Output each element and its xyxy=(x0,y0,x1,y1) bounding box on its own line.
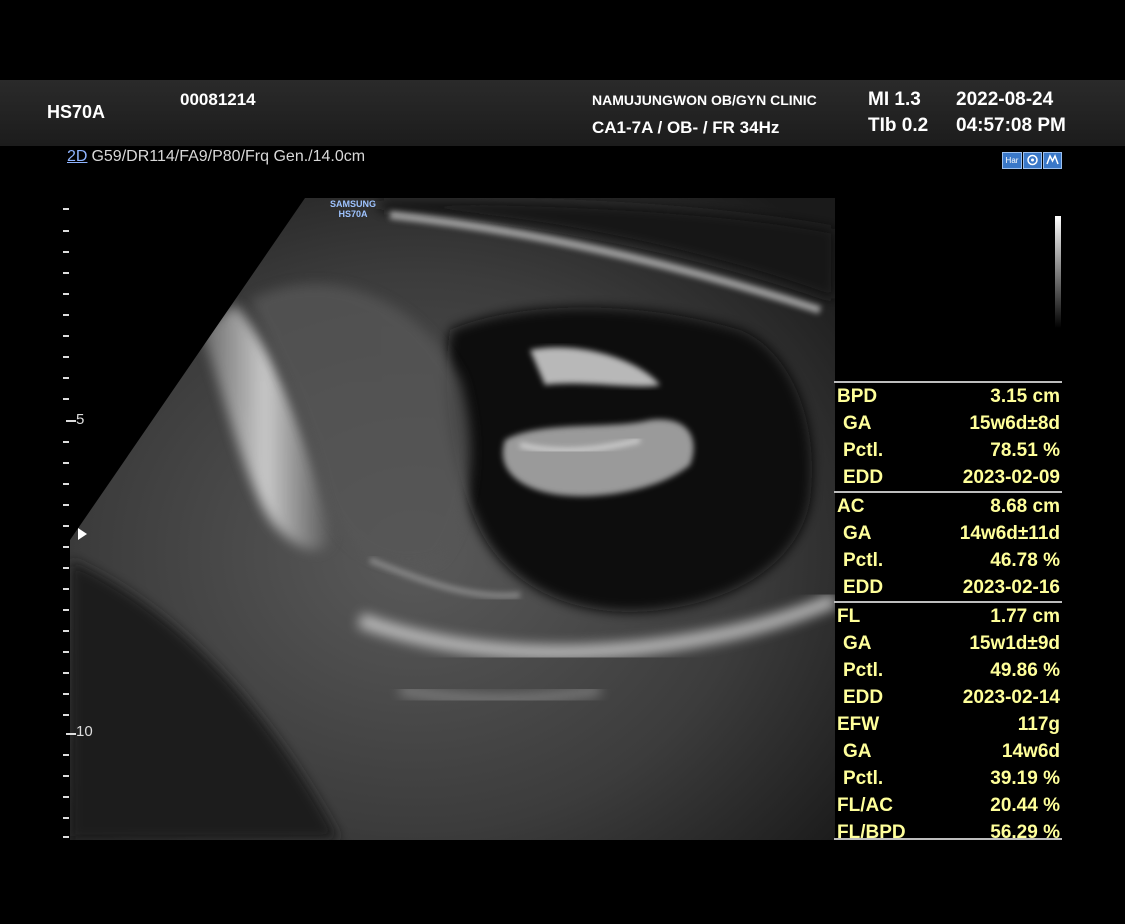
depth-label-10: 10 xyxy=(76,723,93,740)
measurement-row: GA 15w1d±9d xyxy=(834,630,1062,657)
measurement-value: 117g xyxy=(1017,714,1060,735)
measurement-value: 8.68 cm xyxy=(990,496,1060,517)
measurement-row: Pctl. 78.51 % xyxy=(834,437,1062,464)
measurement-label: GA xyxy=(843,633,872,654)
measurement-row: Pctl. 39.19 % xyxy=(834,765,1062,792)
measurement-label: EDD xyxy=(843,687,884,708)
grayscale-bar xyxy=(1055,216,1061,328)
measurement-value: 2023-02-16 xyxy=(962,577,1060,598)
measurement-label: FL xyxy=(837,606,861,627)
measurement-value: 14w6d±11d xyxy=(959,523,1060,544)
measurement-value: 2023-02-14 xyxy=(962,687,1060,708)
measurement-label: Pctl. xyxy=(843,550,884,571)
measurement-row: FL/BPD 56.29 % xyxy=(834,819,1062,846)
measurement-row: GA 15w6d±8d xyxy=(834,410,1062,437)
measurement-row: GA 14w6d±11d xyxy=(834,520,1062,547)
measurement-label: GA xyxy=(843,741,872,762)
measurement-value: 15w6d±8d xyxy=(969,413,1060,434)
measurement-label: Pctl. xyxy=(843,660,884,681)
measurement-results: BPD 3.15 cm GA 15w6d±8d Pctl. 78.51 % EDD 2023-… xyxy=(834,381,1062,846)
measurement-label: EDD xyxy=(843,577,884,598)
measurement-label: EFW xyxy=(837,714,880,735)
measurement-label: EDD xyxy=(843,467,884,488)
measurement-bottom-line xyxy=(834,838,1062,840)
measurement-row: EDD 2023-02-09 xyxy=(834,464,1062,491)
measurement-label: AC xyxy=(837,496,865,517)
measurement-row: EFW 117g xyxy=(834,711,1062,738)
measurement-row: EDD 2023-02-16 xyxy=(834,574,1062,601)
measurement-label: FL/AC xyxy=(837,795,893,816)
measurement-value: 78.51 % xyxy=(990,440,1060,461)
measurement-row: AC 8.68 cm xyxy=(834,491,1062,520)
measurement-row: FL/AC 20.44 % xyxy=(834,792,1062,819)
depth-label-5: 5 xyxy=(76,411,85,428)
measurement-row: Pctl. 46.78 % xyxy=(834,547,1062,574)
measurement-value: 14w6d xyxy=(1001,741,1060,762)
measurement-value: 1.77 cm xyxy=(990,606,1060,627)
measurement-label: Pctl. xyxy=(843,440,884,461)
measurement-value: 56.29 % xyxy=(990,822,1060,843)
measurement-value: 20.44 % xyxy=(990,795,1060,816)
measurement-value: 39.19 % xyxy=(990,768,1060,789)
brand-watermark: SAMSUNG HS70A xyxy=(330,199,377,219)
measurement-value: 2023-02-09 xyxy=(962,467,1060,488)
measurement-label: BPD xyxy=(837,386,878,407)
measurement-row: BPD 3.15 cm xyxy=(834,381,1062,410)
measurement-label: GA xyxy=(843,523,872,544)
measurement-value: 15w1d±9d xyxy=(969,633,1060,654)
measurement-row: FL 1.77 cm xyxy=(834,601,1062,630)
measurement-value: 3.15 cm xyxy=(990,386,1060,407)
measurement-row: Pctl. 49.86 % xyxy=(834,657,1062,684)
measurement-label: Pctl. xyxy=(843,768,884,789)
measurement-row: GA 14w6d xyxy=(834,738,1062,765)
measurement-label: GA xyxy=(843,413,872,434)
measurement-value: 49.86 % xyxy=(990,660,1060,681)
measurement-value: 46.78 % xyxy=(990,550,1060,571)
measurement-row: EDD 2023-02-14 xyxy=(834,684,1062,711)
measurement-label: FL/BPD xyxy=(837,822,906,843)
focus-marker[interactable] xyxy=(78,528,87,540)
